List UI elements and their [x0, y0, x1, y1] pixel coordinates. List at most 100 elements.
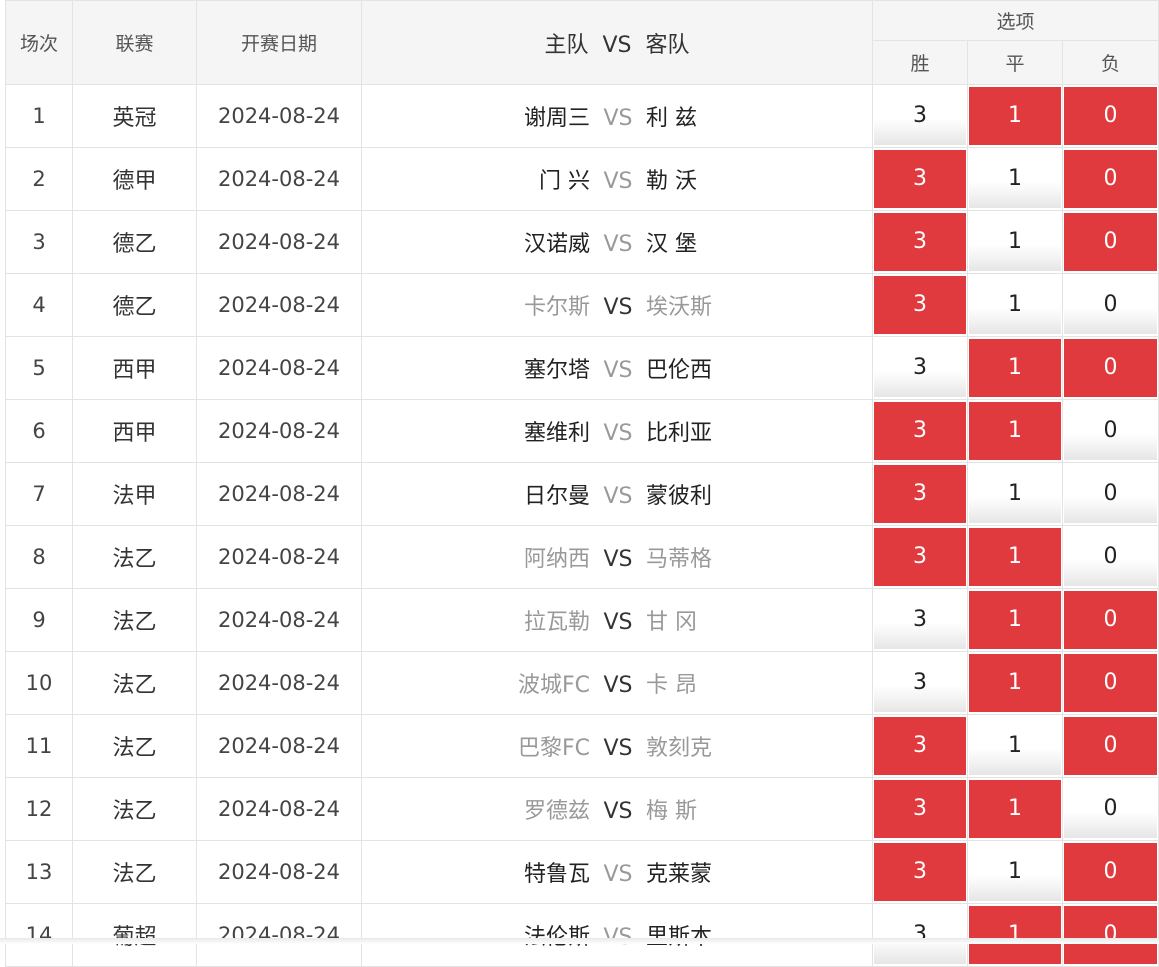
win-option[interactable]: 3 [874, 528, 966, 586]
win-cell[interactable]: 3 [872, 903, 968, 967]
match-teams: 汉诺威 VS 汉 堡 [361, 210, 873, 274]
win-option[interactable]: 3 [874, 906, 966, 964]
lose-option[interactable]: 0 [1064, 528, 1158, 586]
win-cell[interactable]: 3 [872, 525, 968, 589]
win-cell[interactable]: 3 [872, 777, 968, 841]
draw-cell[interactable]: 1 [967, 147, 1063, 211]
away-team: 利 兹 [646, 106, 697, 131]
lose-cell[interactable]: 0 [1061, 525, 1159, 589]
draw-cell[interactable]: 1 [967, 84, 1063, 148]
draw-option[interactable]: 1 [969, 276, 1061, 334]
draw-cell[interactable]: 1 [967, 210, 1063, 274]
lose-cell[interactable]: 0 [1061, 336, 1159, 400]
lose-option[interactable]: 0 [1064, 906, 1158, 964]
draw-cell[interactable]: 1 [967, 588, 1063, 652]
lose-option[interactable]: 0 [1064, 591, 1158, 649]
match-teams: 门 兴 VS 勒 沃 [361, 147, 873, 211]
table-row: 8 法乙 2024-08-24 阿纳西 VS 马蒂格 3 1 0 [5, 525, 1159, 589]
draw-cell[interactable]: 1 [967, 336, 1063, 400]
win-option[interactable]: 3 [874, 213, 966, 271]
draw-cell[interactable]: 1 [967, 462, 1063, 526]
win-cell[interactable]: 3 [872, 84, 968, 148]
draw-cell[interactable]: 1 [967, 714, 1063, 778]
home-team: 塞尔塔 [523, 358, 590, 383]
draw-cell[interactable]: 1 [967, 777, 1063, 841]
lose-cell[interactable]: 0 [1061, 462, 1159, 526]
away-team: 敦刻克 [646, 736, 713, 761]
match-index: 9 [5, 588, 73, 652]
lose-option[interactable]: 0 [1064, 654, 1158, 712]
header-options: 选项 [871, 0, 1159, 41]
lose-cell[interactable]: 0 [1061, 399, 1159, 463]
lose-cell[interactable]: 0 [1061, 651, 1159, 715]
draw-option[interactable]: 1 [969, 465, 1061, 523]
draw-option[interactable]: 1 [969, 591, 1061, 649]
lose-option[interactable]: 0 [1064, 717, 1158, 775]
win-option[interactable]: 3 [874, 339, 966, 397]
win-option[interactable]: 3 [874, 843, 966, 901]
win-cell[interactable]: 3 [872, 273, 968, 337]
match-index: 5 [5, 336, 73, 400]
draw-cell[interactable]: 1 [967, 840, 1063, 904]
draw-option[interactable]: 1 [969, 780, 1061, 838]
lose-option[interactable]: 0 [1064, 87, 1158, 145]
win-cell[interactable]: 3 [872, 651, 968, 715]
win-option[interactable]: 3 [874, 591, 966, 649]
lose-cell[interactable]: 0 [1061, 714, 1159, 778]
win-cell[interactable]: 3 [872, 462, 968, 526]
win-option[interactable]: 3 [874, 465, 966, 523]
lose-cell[interactable]: 0 [1061, 777, 1159, 841]
draw-option[interactable]: 1 [969, 906, 1061, 964]
lose-option[interactable]: 0 [1064, 780, 1158, 838]
draw-option[interactable]: 1 [969, 843, 1061, 901]
lose-cell[interactable]: 0 [1061, 273, 1159, 337]
match-teams: 日尔曼 VS 蒙彼利 [361, 462, 873, 526]
lose-cell[interactable]: 0 [1061, 588, 1159, 652]
win-option[interactable]: 3 [874, 276, 966, 334]
draw-option[interactable]: 1 [969, 528, 1061, 586]
lose-option[interactable]: 0 [1064, 213, 1158, 271]
win-cell[interactable]: 3 [872, 147, 968, 211]
lose-cell[interactable]: 0 [1061, 840, 1159, 904]
draw-option[interactable]: 1 [969, 402, 1061, 460]
lose-cell[interactable]: 0 [1061, 84, 1159, 148]
home-team: 特鲁瓦 [523, 862, 590, 887]
win-option[interactable]: 3 [874, 87, 966, 145]
match-teams: 波城FC VS 卡 昂 [361, 651, 873, 715]
draw-cell[interactable]: 1 [967, 903, 1063, 967]
win-cell[interactable]: 3 [872, 714, 968, 778]
draw-option[interactable]: 1 [969, 654, 1061, 712]
win-option[interactable]: 3 [874, 402, 966, 460]
match-index: 6 [5, 399, 73, 463]
win-option[interactable]: 3 [874, 654, 966, 712]
win-option[interactable]: 3 [874, 717, 966, 775]
table-row: 6 西甲 2024-08-24 塞维利 VS 比利亚 3 1 0 [5, 399, 1159, 463]
win-option[interactable]: 3 [874, 780, 966, 838]
draw-cell[interactable]: 1 [967, 525, 1063, 589]
win-cell[interactable]: 3 [872, 399, 968, 463]
league-name: 德甲 [72, 147, 197, 211]
lose-option[interactable]: 0 [1064, 150, 1158, 208]
win-cell[interactable]: 3 [872, 336, 968, 400]
draw-cell[interactable]: 1 [967, 651, 1063, 715]
lose-cell[interactable]: 0 [1061, 147, 1159, 211]
win-cell[interactable]: 3 [872, 840, 968, 904]
lose-option[interactable]: 0 [1064, 843, 1158, 901]
lose-option[interactable]: 0 [1064, 339, 1158, 397]
win-option[interactable]: 3 [874, 150, 966, 208]
draw-cell[interactable]: 1 [967, 273, 1063, 337]
lose-option[interactable]: 0 [1064, 465, 1158, 523]
draw-option[interactable]: 1 [969, 150, 1061, 208]
lose-cell[interactable]: 0 [1061, 210, 1159, 274]
draw-option[interactable]: 1 [969, 87, 1061, 145]
draw-option[interactable]: 1 [969, 213, 1061, 271]
draw-cell[interactable]: 1 [967, 399, 1063, 463]
win-cell[interactable]: 3 [872, 588, 968, 652]
draw-option[interactable]: 1 [969, 339, 1061, 397]
lose-option[interactable]: 0 [1064, 402, 1158, 460]
table-row: 5 西甲 2024-08-24 塞尔塔 VS 巴伦西 3 1 0 [5, 336, 1159, 400]
win-cell[interactable]: 3 [872, 210, 968, 274]
lose-option[interactable]: 0 [1064, 276, 1158, 334]
lose-cell[interactable]: 0 [1061, 903, 1159, 967]
draw-option[interactable]: 1 [969, 717, 1061, 775]
